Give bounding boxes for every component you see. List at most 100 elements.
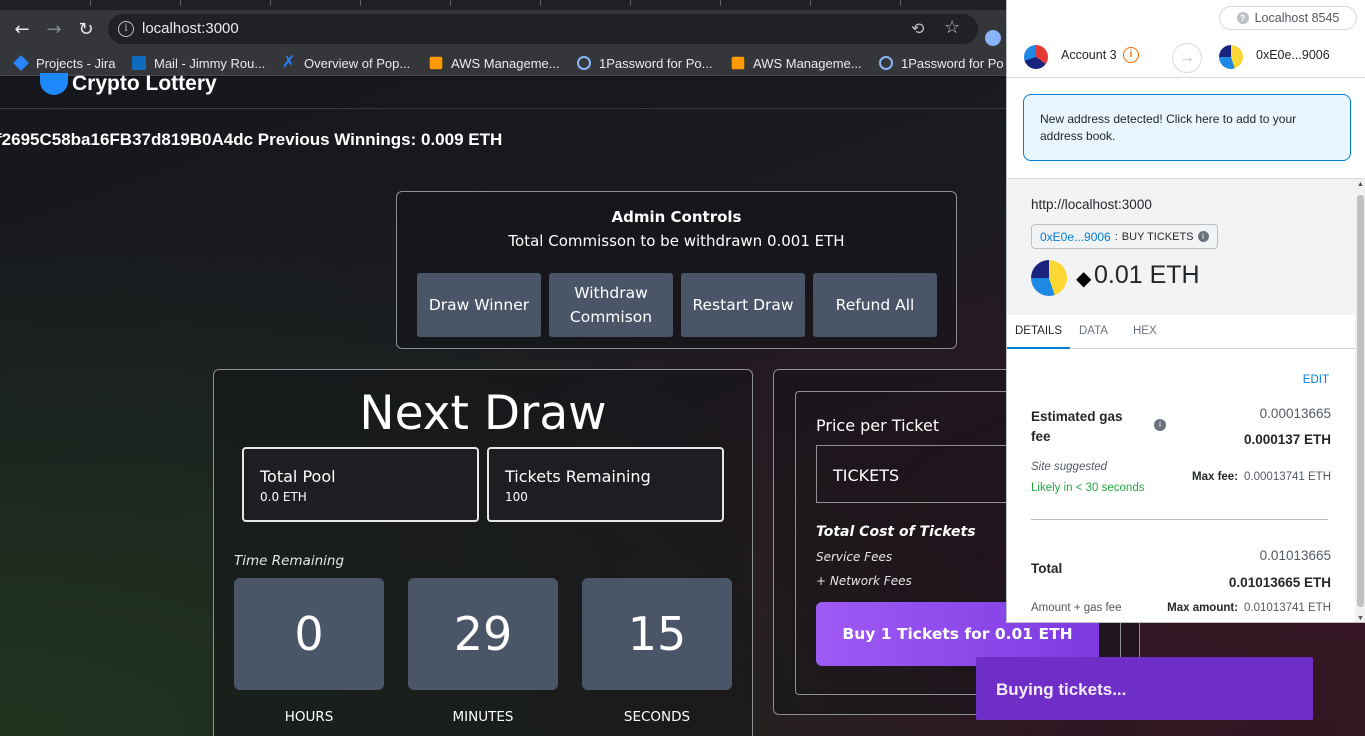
restart-draw-button[interactable]: Restart Draw [681, 273, 805, 337]
total-pool-value: 0.0 ETH [260, 490, 307, 504]
1password-icon [879, 56, 893, 70]
metamask-popup: ? Localhost 8545 Account 3 i → 0xE0e...9… [1006, 0, 1365, 623]
account-info-icon[interactable]: i [1123, 47, 1139, 63]
network-icon: ? [1236, 12, 1249, 24]
method-separator: : [1114, 230, 1118, 243]
total-label: Total [1031, 561, 1063, 576]
tab-data[interactable]: DATA [1079, 315, 1108, 349]
bookmark-label: Overview of Pop... [304, 55, 411, 71]
seconds-label: SECONDS [623, 709, 691, 725]
to-address[interactable]: 0xE0e...9006 [1256, 48, 1330, 62]
next-draw-title: Next Draw [359, 386, 607, 441]
tab-separator [450, 0, 451, 6]
scrollbar[interactable]: ▲ ▼ [1355, 179, 1365, 622]
minutes-box: 29 [408, 578, 558, 690]
tab-separator [900, 0, 901, 6]
address-bar[interactable]: i localhost:3000 ⟲ ☆ [108, 14, 978, 44]
service-fees-label: Service Fees [816, 550, 893, 564]
brand-title: Crypto Lottery [72, 72, 217, 95]
bookmark-1password-1[interactable]: 1Password for Po... [577, 54, 712, 72]
max-amount-label: Max amount: [1167, 602, 1239, 614]
tab-hex[interactable]: HEX [1133, 315, 1157, 349]
admin-controls-panel: Admin Controls Total Commisson to be wit… [396, 191, 957, 349]
gas-fee-label: Estimated gas fee [1031, 409, 1123, 444]
1password-icon [577, 56, 591, 70]
amount-avatar [1031, 260, 1067, 296]
bookmark-label: 1Password for Po... [599, 55, 713, 71]
withdraw-commission-button[interactable]: Withdraw Commison [549, 273, 673, 337]
total-cost-label: Total Cost of Tickets [816, 524, 976, 540]
to-account-avatar [1219, 45, 1243, 69]
scroll-up-icon[interactable]: ▲ [1357, 181, 1364, 188]
bookmark-aws-2[interactable]: AWS Manageme... [731, 54, 862, 72]
reload-button[interactable]: ↻ [74, 18, 98, 42]
total-value: 0.01013665 [1259, 548, 1331, 563]
site-info-icon[interactable]: i [118, 21, 134, 37]
details-divider [1031, 519, 1328, 520]
gas-fee-eth: 0.000137 ETH [1243, 432, 1331, 447]
logo-icon [40, 73, 68, 95]
max-fee: Max fee: 0.00013741 ETH [1192, 471, 1331, 483]
edit-gas-link[interactable]: EDIT [1303, 374, 1329, 386]
confirm-body: http://localhost:3000 0xE0e...9006 : BUY… [1007, 178, 1365, 622]
aws-icon [731, 56, 745, 70]
amount-plus-gas: Amount + gas fee [1031, 602, 1122, 614]
bookmark-overview[interactable]: ✗ Overview of Pop... [282, 54, 410, 72]
tickets-remaining-card: Tickets Remaining 100 [487, 447, 724, 522]
admin-title: Admin Controls [611, 208, 742, 226]
account-bar: Account 3 i → 0xE0e...9006 [1007, 36, 1365, 78]
confirm-tabs: DETAILS DATA HEX [1007, 315, 1355, 349]
total-pool-label: Total Pool [260, 467, 336, 486]
from-account-name[interactable]: Account 3 [1061, 48, 1117, 62]
new-address-alert[interactable]: New address detected! Click here to add … [1023, 94, 1351, 161]
bookmark-star-icon[interactable]: ☆ [944, 17, 960, 38]
origin-url: http://localhost:3000 [1031, 197, 1152, 212]
ethereum-icon: ◆ [1076, 268, 1092, 290]
buying-toast: Buying tickets... [976, 657, 1313, 720]
next-draw-panel: Next Draw Total Pool 0.0 ETH Tickets Rem… [213, 369, 753, 736]
url-text[interactable]: localhost:3000 [142, 20, 239, 37]
tx-amount: 0.01 ETH [1094, 261, 1200, 289]
info-icon[interactable]: i [1197, 231, 1209, 242]
bookmark-1password-2[interactable]: 1Password for Po [879, 54, 1004, 72]
forward-button[interactable]: → [42, 18, 66, 42]
site-suggested: Site suggested [1031, 461, 1108, 473]
outlook-icon [132, 56, 146, 70]
max-amount: Max amount: 0.01013741 ETH [1167, 602, 1331, 614]
hours-box: 0 [234, 578, 384, 690]
arrow-right-icon: → [1172, 43, 1202, 73]
confluence-icon: ✗ [282, 54, 296, 71]
jira-icon [13, 55, 29, 71]
network-name: Localhost 8545 [1254, 11, 1340, 25]
hours-label: HOURS [284, 709, 334, 725]
draw-winner-button[interactable]: Draw Winner [417, 273, 541, 337]
method-pill[interactable]: 0xE0e...9006 : BUY TICKETS i [1031, 224, 1218, 249]
back-button[interactable]: ← [10, 18, 34, 42]
contract-address[interactable]: 0xE0e...9006 [1040, 230, 1111, 244]
bookmark-aws-1[interactable]: AWS Manageme... [429, 54, 560, 72]
bookmark-jira[interactable]: Projects - Jira [13, 54, 115, 72]
scrollbar-thumb[interactable] [1357, 195, 1364, 607]
total-pool-card: Total Pool 0.0 ETH [242, 447, 479, 522]
extension-icon[interactable] [985, 30, 1001, 46]
refund-all-button[interactable]: Refund All [813, 273, 937, 337]
bookmark-label: 1Password for Po [901, 55, 1004, 71]
max-amount-value: 0.01013741 ETH [1244, 602, 1331, 614]
method-name: BUY TICKETS [1121, 230, 1194, 243]
scroll-down-icon[interactable]: ▼ [1357, 615, 1364, 622]
network-selector[interactable]: ? Localhost 8545 [1219, 6, 1357, 30]
bookmark-mail[interactable]: Mail - Jimmy Rou... [132, 54, 265, 72]
share-icon[interactable]: ⟲ [911, 19, 924, 38]
tab-separator [630, 0, 631, 6]
confirm-summary: http://localhost:3000 0xE0e...9006 : BUY… [1007, 179, 1355, 315]
gas-info-icon[interactable]: i [1154, 419, 1166, 431]
tab-separator [360, 0, 361, 6]
tab-details[interactable]: DETAILS [1007, 315, 1071, 349]
tab-separator [90, 0, 91, 6]
likely-time: Likely in < 30 seconds [1031, 482, 1145, 494]
seconds-box: 15 [582, 578, 732, 690]
header-divider [0, 108, 1010, 109]
time-remaining-label: Time Remaining [234, 553, 345, 569]
max-fee-label: Max fee: [1192, 471, 1239, 483]
commission-text: Total Commisson to be withdrawn 0.001 ET… [508, 232, 845, 250]
